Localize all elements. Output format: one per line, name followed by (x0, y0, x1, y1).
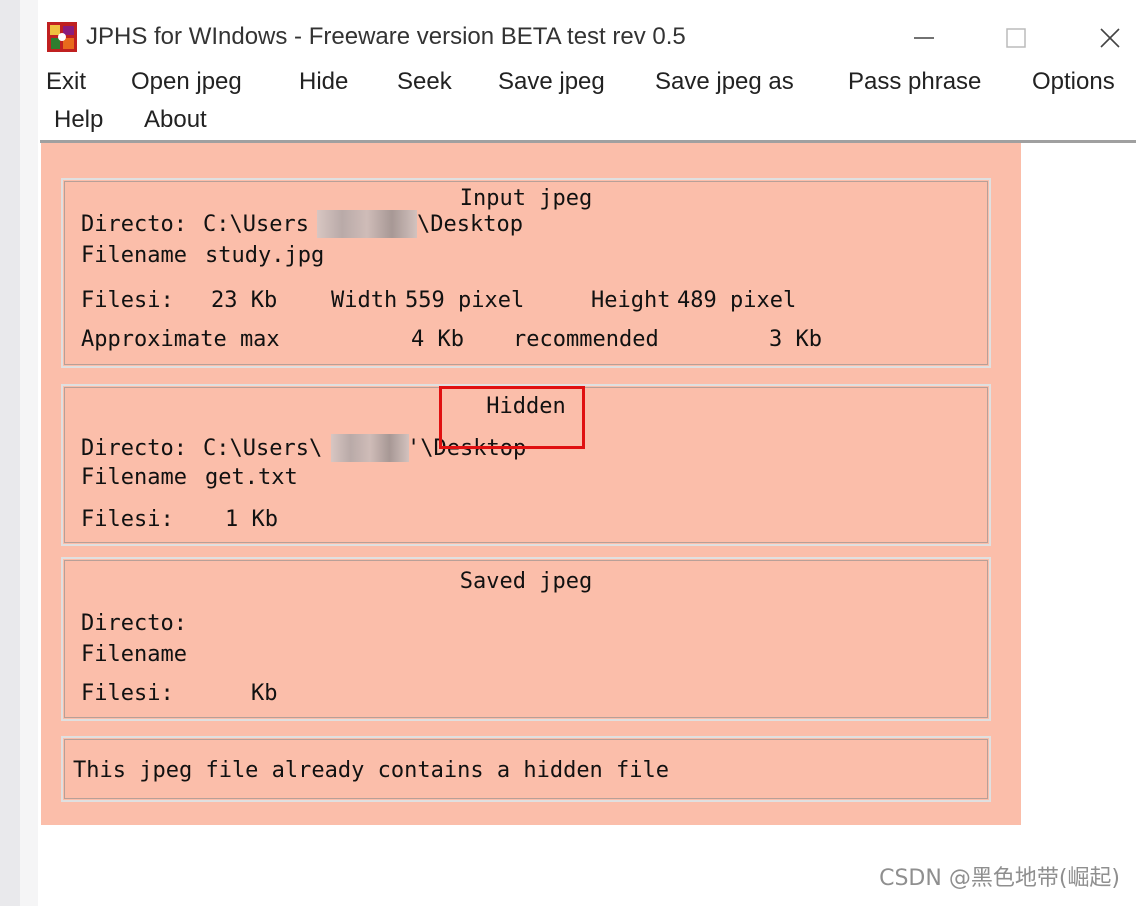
input-directory-suffix: \Desktop (417, 212, 523, 237)
redacted-username (317, 210, 417, 238)
hidden-filesize-label: Filesi: (81, 507, 174, 532)
menu-pass-phrase[interactable]: Pass phrase (848, 68, 981, 96)
menu-options[interactable]: Options (1032, 68, 1115, 96)
menu-bar: Exit Open jpeg Hide Seek Save jpeg Save … (40, 64, 1136, 142)
input-height-value: 489 pixel (677, 288, 797, 313)
window-title: JPHS for WIndows - Freeware version BETA… (86, 23, 686, 50)
app-icon (47, 22, 77, 52)
title-bar[interactable]: JPHS for WIndows - Freeware version BETA… (40, 12, 1136, 62)
close-icon[interactable] (1090, 18, 1130, 58)
redacted-username (331, 434, 409, 462)
menu-open-jpeg[interactable]: Open jpeg (131, 68, 242, 96)
hidden-directory-prefix: C:\Users\ (203, 436, 323, 461)
input-directory-prefix: C:\Users (203, 212, 309, 237)
input-height-label: Height (591, 288, 671, 313)
recommended-value: 3 Kb (769, 327, 822, 352)
watermark: CSDN @黑色地带(崛起) (879, 866, 1120, 891)
status-message: This jpeg file already contains a hidden… (73, 758, 670, 783)
desktop-edge-dark (0, 0, 20, 906)
approx-max-value: 4 Kb (411, 327, 464, 352)
menu-save-jpeg-as[interactable]: Save jpeg as (655, 68, 794, 96)
input-directory-label: Directo: (81, 212, 187, 237)
input-filesize-label: Filesi: (81, 288, 174, 313)
input-jpeg-group: Input jpeg Directo: C:\Users \Desktop Fi… (61, 178, 991, 368)
menu-hide[interactable]: Hide (299, 68, 348, 96)
approx-max-label: Approximate max (81, 327, 280, 352)
client-area: Input jpeg Directo: C:\Users \Desktop Fi… (41, 143, 1021, 825)
status-group: This jpeg file already contains a hidden… (61, 736, 991, 802)
recommended-label: recommended (513, 327, 659, 352)
menu-exit[interactable]: Exit (46, 68, 86, 96)
maximize-icon[interactable] (996, 18, 1036, 58)
minimize-icon[interactable] (904, 18, 944, 58)
hidden-filename-value: get.txt (205, 465, 298, 490)
input-filename-value: study.jpg (205, 243, 325, 268)
jphs-window: JPHS for WIndows - Freeware version BETA… (40, 12, 1136, 906)
saved-filesize-label: Filesi: (81, 681, 174, 706)
input-width-label: Width (331, 288, 398, 313)
input-width-value: 559 pixel (405, 288, 525, 313)
desktop-edge-light (20, 0, 38, 906)
menu-help[interactable]: Help (54, 106, 103, 134)
saved-jpeg-group: Saved jpeg Directo: Filename Filesi: Kb (61, 557, 991, 721)
menu-seek[interactable]: Seek (397, 68, 452, 96)
saved-jpeg-title: Saved jpeg (459, 569, 593, 594)
desktop-edge (0, 0, 40, 906)
menu-about[interactable]: About (144, 106, 207, 134)
saved-directory-label: Directo: (81, 611, 187, 636)
hidden-directory-label: Directo: (81, 436, 187, 461)
saved-filesize-unit: Kb (251, 681, 278, 706)
input-filesize-value: 23 Kb (211, 288, 278, 313)
highlight-box (439, 386, 585, 449)
menu-save-jpeg[interactable]: Save jpeg (498, 68, 605, 96)
input-filename-label: Filename (81, 243, 187, 268)
hidden-filename-label: Filename (81, 465, 187, 490)
input-jpeg-title: Input jpeg (459, 186, 593, 211)
hidden-filesize-value: 1 Kb (225, 507, 278, 532)
saved-filename-label: Filename (81, 642, 187, 667)
